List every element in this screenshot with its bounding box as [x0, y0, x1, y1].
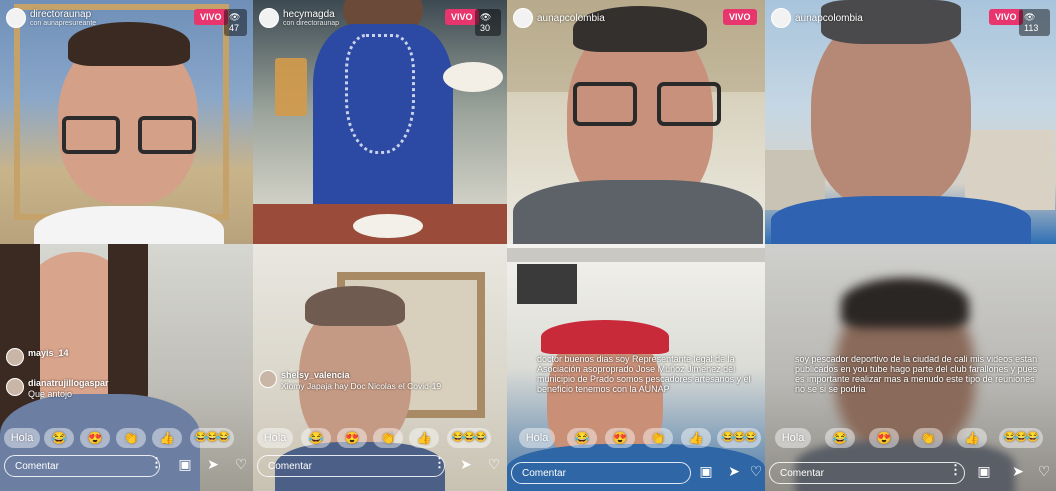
reaction-laugh-button[interactable]: 😂 [825, 428, 855, 448]
more-options-icon[interactable]: ⋮ [150, 455, 163, 471]
avatar[interactable] [259, 8, 279, 28]
username[interactable]: directoraunap [30, 9, 91, 20]
send-icon[interactable]: ➤ [725, 463, 743, 480]
viewer-count: 👁 30 [475, 9, 501, 36]
reaction-hola-button[interactable]: Hola [257, 428, 293, 448]
comment-input[interactable]: Comentar [257, 455, 445, 477]
reaction-laugh-button[interactable]: 😂 [301, 428, 331, 448]
heart-icon[interactable]: ♡ [1035, 463, 1053, 480]
live-badge: VIVO [989, 9, 1023, 25]
share-icon[interactable]: ▣ [176, 456, 194, 473]
comment-text: Xiomy Japaja hay Doc Nicolas el Covid-19 [281, 381, 442, 391]
reaction-triple-laugh-button[interactable]: 😂😂😂 [717, 428, 761, 448]
reaction-thumbs-button[interactable]: 👍 [409, 428, 439, 448]
guest-video [253, 244, 507, 491]
viewer-count-value: 47 [229, 23, 240, 33]
reaction-clap-button[interactable]: 👏 [643, 428, 673, 448]
reaction-triple-laugh-button[interactable]: 😂😂😂 [999, 428, 1043, 448]
eye-icon: 👁 [229, 12, 241, 22]
reaction-heart-eyes-button[interactable]: 😍 [869, 428, 899, 448]
username[interactable]: hecymagda [283, 9, 335, 20]
eye-icon: 👁 [480, 12, 492, 22]
username[interactable]: aunapcolombia [795, 13, 863, 24]
stream-header: directoraunap con aunapresureante VIVO 👁… [6, 6, 247, 36]
live-panel-1: directoraunap con aunapresureante VIVO 👁… [0, 0, 253, 491]
quick-reactions: Hola 😂 😍 👏 👍 😂😂😂 [257, 428, 503, 450]
comment-username: shelsy_valencia [281, 370, 350, 380]
quick-reactions: Hola 😂 😍 👏 👍 😂😂😂 [511, 428, 761, 450]
reaction-hola-button[interactable]: Hola [4, 428, 40, 448]
reaction-clap-button[interactable]: 👏 [913, 428, 943, 448]
host-video [765, 0, 1056, 244]
comment-input[interactable]: Comentar [769, 462, 965, 484]
host-video [0, 0, 253, 244]
avatar [259, 370, 277, 388]
username-subtitle: con aunapresureante [30, 20, 97, 27]
comment-username: dianatrujillogaspar [28, 378, 109, 388]
reaction-triple-laugh-button[interactable]: 😂😂😂 [190, 428, 234, 448]
heart-icon[interactable]: ♡ [485, 456, 503, 473]
viewer-count-value: 113 [1024, 23, 1039, 33]
send-icon[interactable]: ➤ [1009, 463, 1027, 480]
reaction-heart-eyes-button[interactable]: 😍 [80, 428, 110, 448]
avatar [6, 378, 24, 396]
reaction-clap-button[interactable]: 👏 [116, 428, 146, 448]
comment-text: soy pescador deportivo de la ciudad de c… [795, 354, 1038, 394]
heart-icon[interactable]: ♡ [232, 456, 250, 473]
avatar[interactable] [6, 8, 26, 28]
comment-bar: Comentar ⋮ ➤ ♡ [257, 455, 503, 481]
live-badge: VIVO [445, 9, 479, 25]
more-options-icon[interactable]: ⋮ [949, 462, 962, 478]
reaction-hola-button[interactable]: Hola [519, 428, 555, 448]
stream-header: hecymagda con directoraunap VIVO 👁 30 [259, 6, 501, 36]
avatar [6, 348, 24, 366]
comment-input[interactable]: Comentar [4, 455, 160, 477]
reaction-thumbs-button[interactable]: 👍 [957, 428, 987, 448]
avatar[interactable] [513, 8, 533, 28]
stream-header: aunapcolombia VIVO [513, 6, 759, 30]
share-icon[interactable]: ▣ [697, 463, 715, 480]
comment-bar: Comentar ⋮ ▣ ➤ ♡ [769, 462, 1052, 488]
live-badge: VIVO [194, 9, 228, 25]
stream-header: aunapcolombia VIVO 👁 113 [771, 6, 1050, 36]
host-video [253, 0, 507, 244]
avatar[interactable] [771, 8, 791, 28]
share-icon[interactable]: ▣ [975, 463, 993, 480]
comment-item: doctor buenos dias soy Representante leg… [537, 354, 759, 394]
comment-bar: Comentar ▣ ➤ ♡ [511, 462, 762, 488]
quick-reactions: Hola 😂 😍 👏 👍 😂😂😂 [4, 428, 249, 450]
reaction-heart-eyes-button[interactable]: 😍 [337, 428, 367, 448]
reaction-heart-eyes-button[interactable]: 😍 [605, 428, 635, 448]
reaction-laugh-button[interactable]: 😂 [44, 428, 74, 448]
username-subtitle: con directoraunap [283, 20, 340, 27]
username[interactable]: aunapcolombia [537, 13, 605, 24]
comment-input[interactable]: Comentar [511, 462, 691, 484]
live-panel-4: aunapcolombia VIVO 👁 113 soy pescador de… [765, 0, 1056, 491]
reaction-thumbs-button[interactable]: 👍 [152, 428, 182, 448]
send-icon[interactable]: ➤ [204, 456, 222, 473]
reaction-laugh-button[interactable]: 😂 [567, 428, 597, 448]
reaction-thumbs-button[interactable]: 👍 [681, 428, 711, 448]
comment-item: soy pescador deportivo de la ciudad de c… [795, 354, 1045, 394]
heart-icon[interactable]: ♡ [747, 463, 765, 480]
live-panel-3: aunapcolombia VIVO doctor buenos dias so… [507, 0, 765, 491]
reaction-hola-button[interactable]: Hola [775, 428, 811, 448]
comment-bar: Comentar ⋮ ▣ ➤ ♡ [4, 455, 249, 481]
viewer-count-value: 30 [480, 23, 491, 33]
quick-reactions: Hola 😂 😍 👏 👍 😂😂😂 [769, 428, 1052, 450]
guest-video [0, 244, 253, 491]
comment-username: mayis_14 [28, 348, 69, 358]
host-video [507, 0, 765, 244]
reaction-triple-laugh-button[interactable]: 😂😂😂 [447, 428, 491, 448]
viewer-count: 👁 47 [224, 9, 247, 36]
comment-text: Que antojo [28, 389, 73, 399]
viewer-count: 👁 113 [1019, 9, 1050, 36]
comment-text: doctor buenos dias soy Representante leg… [537, 354, 751, 394]
eye-icon: 👁 [1024, 12, 1036, 22]
live-badge: VIVO [723, 9, 757, 25]
reaction-clap-button[interactable]: 👏 [373, 428, 403, 448]
more-options-icon[interactable]: ⋮ [433, 455, 446, 471]
live-panel-2: hecymagda con directoraunap VIVO 👁 30 sh… [253, 0, 507, 491]
send-icon[interactable]: ➤ [457, 456, 475, 473]
